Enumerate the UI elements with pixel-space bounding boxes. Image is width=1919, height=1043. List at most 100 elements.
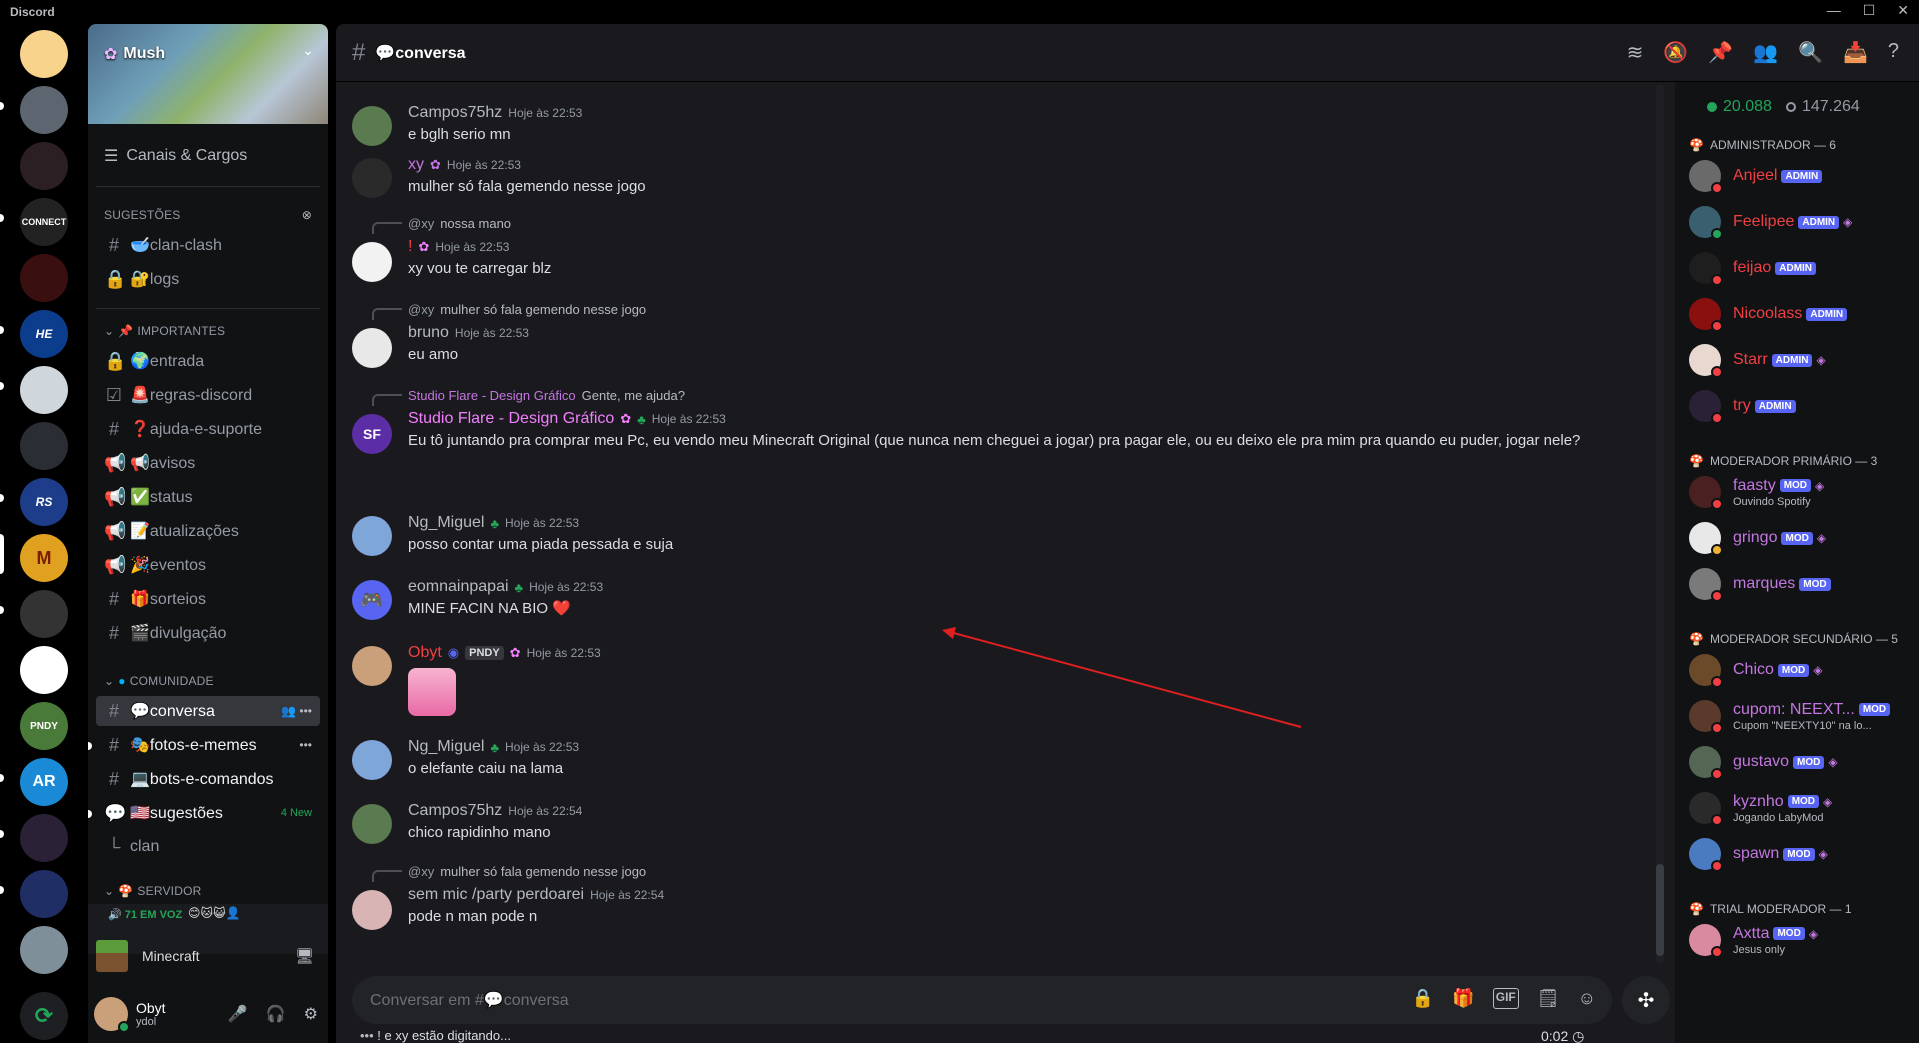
channel-item[interactable]: 📢 🎉eventos bbox=[96, 550, 320, 580]
headphones-icon[interactable]: 🎧 bbox=[266, 1004, 286, 1024]
scrollbar-thumb[interactable] bbox=[1656, 864, 1664, 956]
server-icon[interactable]: RS bbox=[20, 478, 68, 526]
channel-item[interactable]: 🔒 🌍entrada bbox=[96, 346, 320, 376]
reply-preview[interactable]: @xy nossa mano bbox=[408, 216, 511, 231]
server-icon[interactable] bbox=[20, 254, 68, 302]
discover-servers-button[interactable]: ⟳ bbox=[20, 992, 68, 1040]
server-name[interactable]: ✿ Mush bbox=[104, 44, 165, 64]
channel-item[interactable]: 📢 📢avisos bbox=[96, 448, 320, 478]
activity-minecraft[interactable]: Minecraft 🖥 bbox=[88, 934, 328, 978]
microphone-icon[interactable]: 🎤 bbox=[228, 1004, 248, 1024]
server-icon[interactable] bbox=[20, 814, 68, 862]
member-item[interactable]: feijao ADMIN bbox=[1689, 252, 1913, 286]
member-item[interactable]: gustavo MOD ◈ bbox=[1689, 746, 1913, 780]
username[interactable]: Studio Flare - Design Gráfico bbox=[408, 410, 614, 428]
server-banner[interactable]: ✿ Mush ⌄ bbox=[88, 24, 328, 124]
member-item[interactable]: Starr ADMIN ◈ bbox=[1689, 344, 1913, 378]
message-input[interactable]: Conversar em #💬conversa 🔒 🎁 GIF 🗒 ☺ bbox=[352, 976, 1612, 1024]
username[interactable]: Campos75hz bbox=[408, 104, 502, 122]
member-item[interactable]: Feelipee ADMIN ◈ bbox=[1689, 206, 1913, 240]
sticker-image[interactable] bbox=[408, 668, 456, 716]
scrollbar-track[interactable] bbox=[1656, 84, 1664, 964]
username[interactable]: Ng_Miguel bbox=[408, 738, 484, 756]
close-button[interactable]: ✕ bbox=[1897, 2, 1909, 19]
category-community[interactable]: ⌄ ● COMUNIDADE bbox=[104, 674, 214, 688]
server-icon[interactable] bbox=[20, 422, 68, 470]
member-item[interactable]: spawn MOD ◈ bbox=[1689, 838, 1913, 872]
channel-item[interactable]: 🔒 🔐logs bbox=[96, 264, 320, 294]
channel-item-active[interactable]: # 💬conversa 👥 ••• bbox=[96, 696, 320, 726]
member-item[interactable]: Anjeel ADMIN bbox=[1689, 160, 1913, 194]
avatar[interactable]: SF bbox=[352, 414, 392, 454]
server-icon[interactable] bbox=[20, 870, 68, 918]
channel-item[interactable]: # ❓ajuda-e-suporte bbox=[96, 414, 320, 444]
member-item[interactable]: faasty MOD ◈ Ouvindo Spotify bbox=[1689, 476, 1913, 510]
emoji-icon[interactable]: ☺ bbox=[1578, 988, 1596, 1009]
more-icon[interactable]: 👥 ••• bbox=[281, 704, 312, 718]
member-item[interactable]: gringo MOD ◈ bbox=[1689, 522, 1913, 556]
clan-tag[interactable]: PNDY bbox=[465, 646, 504, 660]
server-icon[interactable] bbox=[20, 30, 68, 78]
chevron-down-icon[interactable]: ⌄ bbox=[302, 42, 314, 59]
reply-preview[interactable]: Studio Flare - Design Gráfico Gente, me a… bbox=[408, 388, 685, 403]
gif-icon[interactable]: GIF bbox=[1492, 988, 1519, 1009]
threads-icon[interactable]: ≋ bbox=[1627, 40, 1644, 65]
username[interactable]: bruno bbox=[408, 324, 449, 342]
avatar[interactable] bbox=[352, 158, 392, 198]
avatar[interactable] bbox=[352, 740, 392, 780]
thread-item[interactable]: └ clan bbox=[96, 832, 320, 862]
search-icon[interactable]: 🔍 bbox=[1798, 40, 1823, 65]
discord-default-avatar[interactable]: 🎮 bbox=[352, 580, 392, 620]
minimize-button[interactable]: — bbox=[1827, 2, 1841, 19]
category-important[interactable]: ⌄ 📌 IMPORTANTES bbox=[104, 324, 225, 338]
avatar[interactable] bbox=[352, 646, 392, 686]
avatar[interactable] bbox=[352, 890, 392, 930]
username[interactable]: Ng_Miguel bbox=[408, 514, 484, 532]
channel-item[interactable]: # 💻bots-e-comandos bbox=[96, 764, 320, 794]
channel-item[interactable]: # 🎭fotos-e-memes ••• bbox=[96, 730, 320, 760]
server-icon[interactable]: CONNECT bbox=[20, 198, 68, 246]
member-item[interactable]: Nicoolass ADMIN bbox=[1689, 298, 1913, 332]
member-item[interactable]: cupom: NEEXT... MOD Cupom "NEEXTY10" na lo… bbox=[1689, 700, 1913, 734]
username[interactable]: eomnainpapai bbox=[408, 578, 509, 596]
members-icon[interactable]: 👥 bbox=[1753, 40, 1778, 65]
gift-icon[interactable]: 🎁 bbox=[1452, 988, 1474, 1009]
member-item[interactable]: Axtta MOD ◈ Jesus only bbox=[1689, 924, 1913, 958]
username[interactable]: sem mic /party perdoarei bbox=[408, 886, 584, 904]
username[interactable]: Campos75hz bbox=[408, 802, 502, 820]
channel-item[interactable]: ☑ 🚨regras-discord bbox=[96, 380, 320, 410]
username[interactable]: Obyt bbox=[136, 1000, 166, 1016]
gear-icon[interactable]: ⚙ bbox=[304, 1004, 318, 1024]
server-icon[interactable] bbox=[20, 86, 68, 134]
avatar[interactable] bbox=[352, 106, 392, 146]
member-item[interactable]: kyznho MOD ◈ Jogando LabyMod bbox=[1689, 792, 1913, 826]
help-icon[interactable]: ? bbox=[1888, 40, 1899, 65]
more-icon[interactable]: ••• bbox=[299, 738, 312, 752]
username[interactable]: Obyt bbox=[408, 644, 442, 662]
channel-item[interactable]: # 🎁sorteios bbox=[96, 584, 320, 614]
server-icon[interactable] bbox=[20, 590, 68, 638]
server-icon[interactable] bbox=[20, 366, 68, 414]
username[interactable]: xy bbox=[408, 156, 424, 174]
server-icon[interactable]: AR bbox=[20, 758, 68, 806]
server-icon[interactable] bbox=[20, 926, 68, 974]
channel-item[interactable]: 💬 🇺🇸sugestões 4 New bbox=[96, 798, 320, 828]
apps-button[interactable]: ✣ bbox=[1622, 976, 1670, 1024]
avatar[interactable] bbox=[352, 328, 392, 368]
member-item[interactable]: try ADMIN bbox=[1689, 390, 1913, 424]
avatar[interactable] bbox=[352, 804, 392, 844]
pin-icon[interactable]: 📌 bbox=[1708, 40, 1733, 65]
channel-item[interactable]: # 🎬divulgação bbox=[96, 618, 320, 648]
server-icon[interactable] bbox=[20, 142, 68, 190]
avatar[interactable] bbox=[352, 516, 392, 556]
username[interactable]: ! bbox=[408, 238, 412, 256]
reply-preview[interactable]: @xy mulher só fala gemendo nesse jogo bbox=[408, 302, 646, 317]
avatar[interactable] bbox=[94, 996, 130, 1033]
close-icon[interactable]: ⊗ bbox=[302, 208, 312, 222]
server-icon[interactable]: HE bbox=[20, 310, 68, 358]
channels-and-roles-link[interactable]: ☰ Canais & Cargos bbox=[104, 146, 247, 166]
avatar[interactable] bbox=[352, 242, 392, 282]
channel-item[interactable]: 📢 ✅status bbox=[96, 482, 320, 512]
channel-item[interactable]: # 🥣clan-clash bbox=[96, 230, 320, 260]
category-suggestions[interactable]: SUGESTÕES ⊗ bbox=[104, 208, 312, 222]
